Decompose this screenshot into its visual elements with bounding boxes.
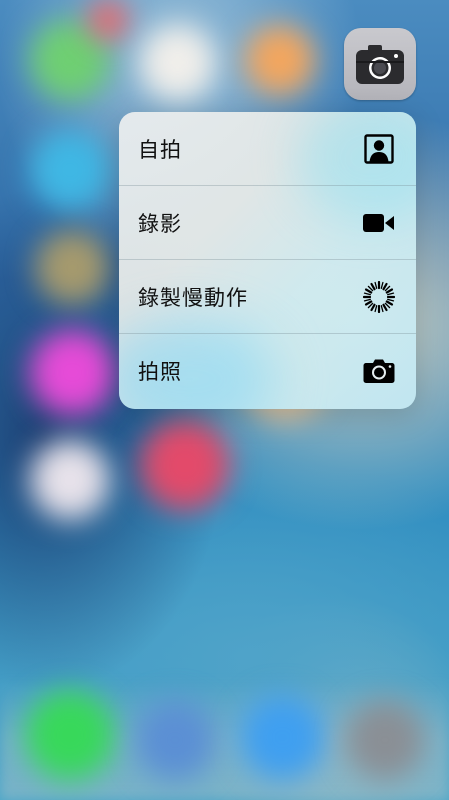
blurred-dock-icon [345,700,425,780]
blurred-app-icon [140,420,230,510]
slow-motion-tick [374,281,378,289]
slow-motion-tick [387,291,395,295]
selfie-portrait-icon [362,132,396,166]
quick-action-record-video[interactable]: 錄影 [119,186,416,260]
quick-action-label: 拍照 [138,360,182,384]
blurred-app-icon [35,230,110,305]
slow-motion-tick [363,291,371,295]
slow-motion-tick [382,303,388,311]
quick-action-label: 錄製慢動作 [138,285,248,310]
blurred-app-icon [30,330,115,415]
quick-action-label: 錄影 [138,211,182,236]
slow-motion-icon [362,280,396,314]
blurred-app-icon [140,25,215,100]
slow-motion-tick [380,304,384,312]
slow-motion-tick [385,287,394,294]
quick-action-take-photo[interactable]: 拍照 [119,334,416,408]
photo-camera-icon [362,354,396,388]
blurred-app-icon [88,0,128,40]
slow-motion-tick [380,281,384,289]
slow-motion-tick [364,299,373,306]
blurred-app-icon [30,130,110,210]
slow-motion-tick [363,298,371,302]
blurred-dock-icon [240,695,325,780]
quick-action-slo-mo[interactable]: 錄製慢動作 [119,260,416,334]
slow-motion-tick [364,287,373,294]
blurred-dock-icon [135,700,215,780]
quick-action-selfie[interactable]: 自拍 [119,112,416,186]
blurred-dock-icon [25,690,115,780]
slow-motion-tick [370,303,376,311]
slow-motion-tick [370,282,376,290]
slow-motion-tick [374,304,378,312]
quick-actions-menu: 自拍 錄影 錄製慢動作 拍照 [119,112,416,409]
video-camera-icon [362,206,396,240]
camera-app-icon[interactable] [344,28,416,100]
slow-motion-tick [382,282,388,290]
slow-motion-tick [385,299,394,306]
quick-action-label: 自拍 [138,137,182,162]
slow-motion-tick [387,298,395,302]
blurred-app-icon [245,25,315,95]
blurred-app-icon [30,440,110,520]
camera-glyph-icon [356,45,404,84]
